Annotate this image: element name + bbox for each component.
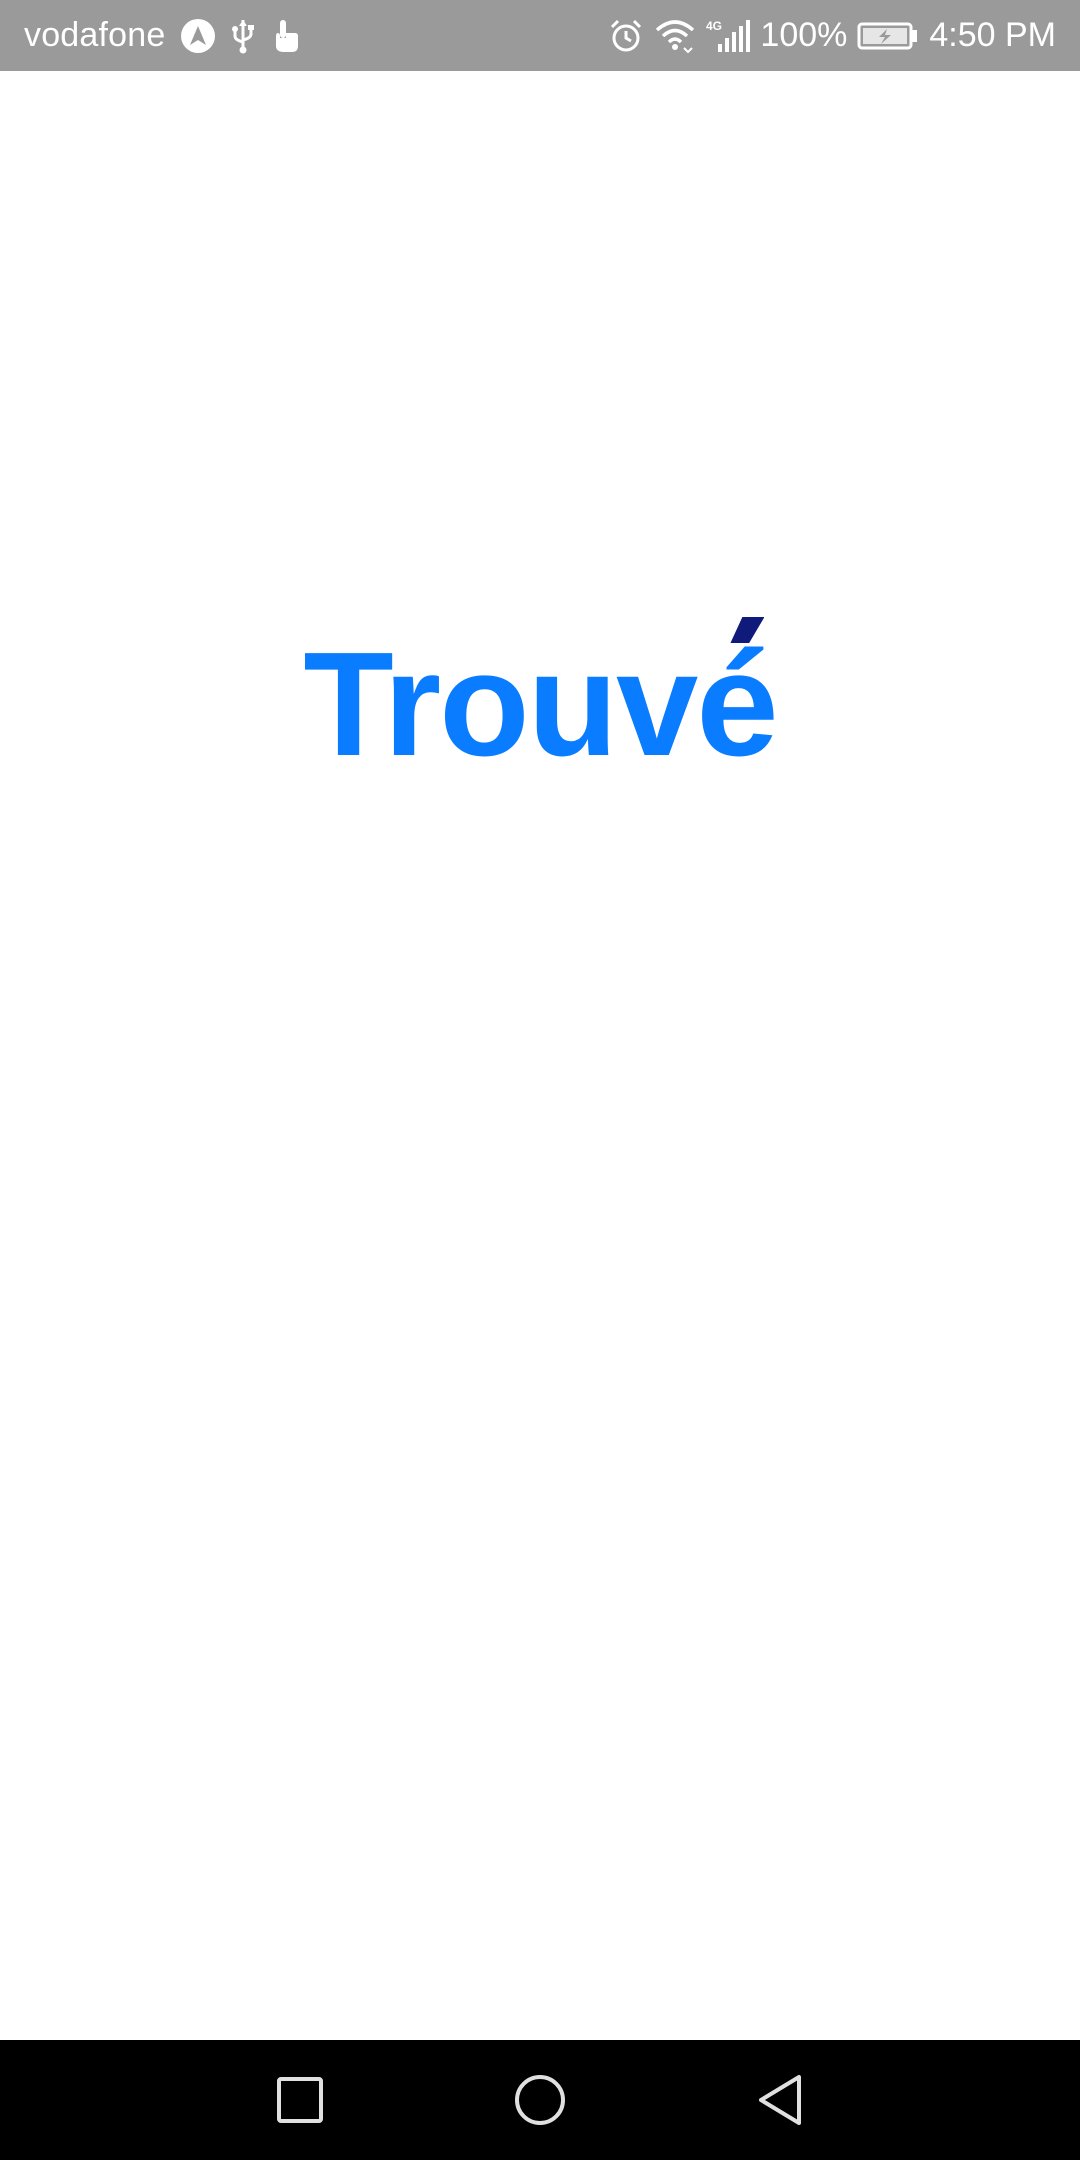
recent-apps-button[interactable] — [270, 2070, 330, 2130]
status-bar: vodafone 4G 100% 4:50 PM — [0, 0, 1080, 71]
navigation-bar — [0, 2040, 1080, 2160]
clock: 4:50 PM — [929, 16, 1056, 54]
app-logo: Trouvé — [0, 617, 1080, 779]
battery-charging-icon — [857, 18, 919, 54]
status-right: 4G 100% 4:50 PM — [608, 0, 1056, 71]
logo-accent-text: é — [696, 622, 778, 787]
navigation-icon — [180, 18, 216, 54]
back-triangle-icon — [759, 2075, 801, 2125]
carrier-name: vodafone — [24, 16, 166, 54]
touch-icon — [270, 18, 300, 54]
home-button[interactable] — [510, 2070, 570, 2130]
status-left: vodafone — [24, 0, 300, 71]
logo-text: Trouv — [303, 622, 698, 787]
svg-text:4G: 4G — [706, 19, 722, 33]
splash-content: Trouvé — [0, 71, 1080, 2039]
battery-percent: 100% — [760, 16, 848, 54]
back-button[interactable] — [750, 2070, 810, 2130]
wifi-icon — [654, 18, 696, 54]
signal-icon: 4G — [706, 18, 751, 54]
usb-icon — [230, 18, 256, 54]
splash-screen: vodafone 4G 100% 4:50 PM Trouvé — [0, 0, 1080, 2160]
logo-accent-letter: é — [696, 617, 779, 779]
circle-icon — [515, 2075, 565, 2125]
alarm-icon — [608, 18, 644, 54]
square-icon — [277, 2077, 323, 2123]
